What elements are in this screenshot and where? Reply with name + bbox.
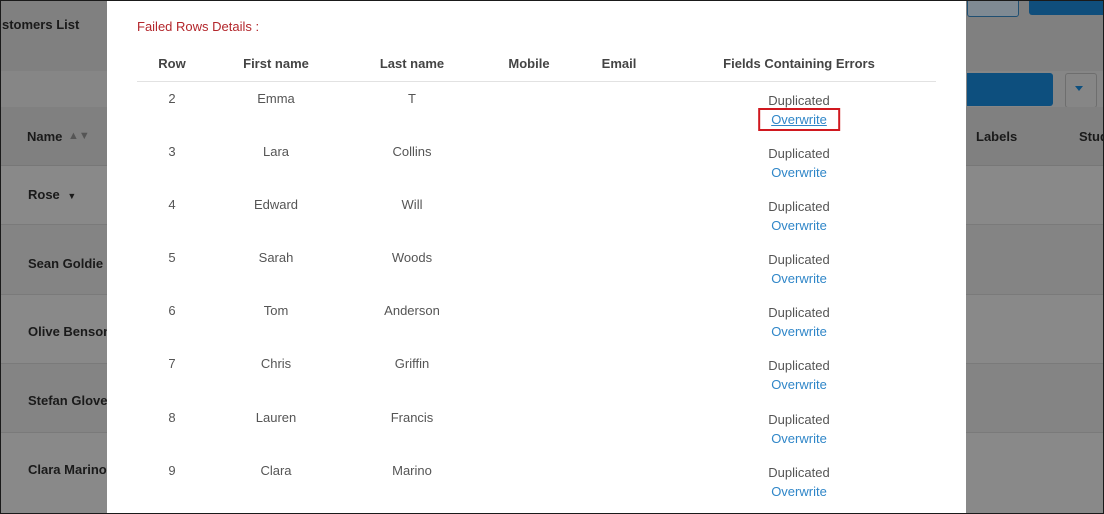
background-import-button[interactable] [1029,1,1103,15]
first-name: Tom [263,303,289,318]
filter-label: Rose [28,187,60,202]
header-email: Email [601,56,637,71]
caret-down-icon: ▼ [67,191,77,201]
background-outline-button[interactable] [967,1,1019,17]
first-name: Lara [262,144,290,159]
error-cell: Duplicated Overwrite [760,463,838,501]
error-cell: Duplicated Overwrite [760,356,838,394]
filter-dropdown[interactable]: Rose ▼ [28,187,76,202]
header-row: Row [158,56,186,71]
error-text: Duplicated [768,305,830,320]
error-cell: Duplicated Overwrite [758,91,840,131]
customer-name[interactable]: Sean Goldie [28,256,103,271]
row-number: 7 [168,356,176,371]
table-row: 8 Lauren Francis Duplicated Overwrite [137,400,936,453]
error-cell: Duplicated Overwrite [760,144,838,182]
customer-name[interactable]: Stefan Glover [28,393,113,408]
error-text: Duplicated [768,358,830,373]
first-name: Emma [257,91,295,106]
row-number: 6 [168,303,176,318]
last-name: Collins [392,144,432,159]
chevron-down-icon [1075,86,1083,91]
background-primary-button[interactable] [967,73,1053,106]
overwrite-link[interactable]: Overwrite [760,375,838,394]
header-errors: Fields Containing Errors [723,56,875,71]
last-name: Marino [392,463,432,478]
error-cell: Duplicated Overwrite [760,250,838,288]
row-number: 2 [168,91,176,106]
error-text: Duplicated [768,199,830,214]
last-name: Woods [391,250,433,265]
overwrite-link[interactable]: Overwrite [760,322,838,341]
column-name[interactable]: Name [27,129,62,144]
error-cell: Duplicated Overwrite [760,410,838,448]
row-number: 4 [168,197,176,212]
error-text: Duplicated [768,252,830,267]
table-row: 3 Lara Collins Duplicated Overwrite [137,134,936,187]
sort-icon[interactable]: ▲▼ [68,130,90,142]
row-number: 5 [168,250,176,265]
overwrite-link[interactable]: Overwrite [760,216,838,235]
error-cell: Duplicated Overwrite [760,197,838,235]
failed-rows-table-header: Row First name Last name Mobile Email Fi… [137,47,936,82]
column-labels: Labels [976,129,1018,144]
error-cell: Duplicated Overwrite [760,303,838,341]
customer-name[interactable]: Clara Marino [28,462,107,477]
row-number: 9 [168,463,176,478]
table-row: 6 Tom Anderson Duplicated Overwrite [137,293,936,346]
overwrite-link[interactable]: Overwrite [758,108,840,131]
first-name: Chris [260,356,292,371]
last-name: Francis [390,410,434,425]
row-number: 8 [168,410,176,425]
overwrite-link[interactable]: Overwrite [760,163,838,182]
overwrite-link[interactable]: Overwrite [760,269,838,288]
table-row: 2 Emma T Duplicated Overwrite [137,81,936,134]
screen: stomers List Name ▲▼ Labels Stud Rose ▼ … [0,0,1104,514]
first-name: Edward [253,197,299,212]
first-name: Lauren [255,410,297,425]
last-name: Will [401,197,423,212]
error-text: Duplicated [768,465,830,480]
failed-rows-modal: Failed Rows Details : Row First name Las… [107,1,966,513]
table-row: 5 Sarah Woods Duplicated Overwrite [137,240,936,293]
modal-title: Failed Rows Details : [137,19,260,34]
table-row: 7 Chris Griffin Duplicated Overwrite [137,346,936,399]
last-name: T [408,91,416,106]
error-text: Duplicated [768,412,830,427]
last-name: Griffin [394,356,430,371]
header-mobile: Mobile [508,56,550,71]
row-number: 3 [168,144,176,159]
table-row: 4 Edward Will Duplicated Overwrite [137,187,936,240]
table-row: 9 Clara Marino Duplicated Overwrite [137,453,936,506]
column-stud: Stud [1079,129,1103,144]
error-text: Duplicated [768,146,830,161]
header-last-name: Last name [379,56,445,71]
last-name: Anderson [384,303,440,318]
overwrite-link[interactable]: Overwrite [760,482,838,501]
overwrite-link[interactable]: Overwrite [760,429,838,448]
header-first-name: First name [243,56,309,71]
first-name: Sarah [258,250,294,265]
error-text: Duplicated [768,93,830,108]
customer-name[interactable]: Olive Benson [28,324,111,339]
first-name: Clara [260,463,292,478]
page-title: stomers List [2,17,80,32]
